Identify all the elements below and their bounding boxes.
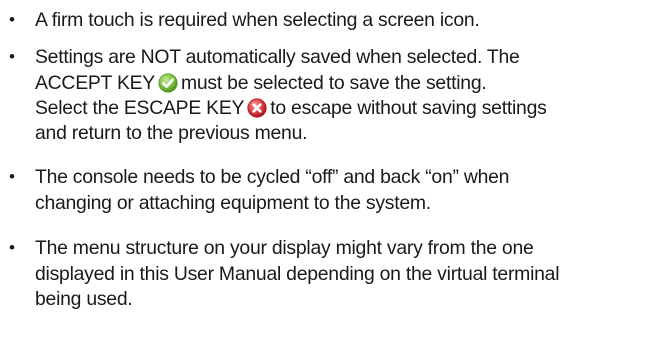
- green-checkmark-icon: [158, 73, 178, 93]
- note-text-line: and return to the previous menu.: [35, 122, 308, 144]
- escape-key-text: Select the ESCAPE KEY: [35, 97, 245, 119]
- note-text-line: A firm touch is required when selecting …: [35, 9, 480, 31]
- note-text-line: being used.: [35, 288, 133, 310]
- bullet: •: [9, 47, 15, 66]
- note-text-line: Select the ESCAPE KEY to escape without …: [35, 96, 547, 120]
- bullet: •: [9, 238, 15, 257]
- note-text-line: displayed in this User Manual depending …: [35, 263, 560, 285]
- note-text-line: Settings are NOT automatically saved whe…: [35, 46, 520, 68]
- red-x-icon: [247, 98, 267, 118]
- note-text-line: ACCEPT KEY must be selected to save the …: [35, 71, 487, 95]
- note-text-line: changing or attaching equipment to the s…: [35, 192, 431, 214]
- escape-key-instruction: to escape without saving settings: [270, 97, 547, 119]
- note-text-line: The console needs to be cycled “off” and…: [35, 166, 510, 188]
- bullet: •: [9, 167, 15, 186]
- note-text-line: The menu structure on your display might…: [35, 237, 534, 259]
- accept-key-instruction: must be selected to save the setting.: [181, 72, 487, 94]
- accept-key-text: ACCEPT KEY: [35, 72, 155, 94]
- bullet: •: [9, 10, 15, 29]
